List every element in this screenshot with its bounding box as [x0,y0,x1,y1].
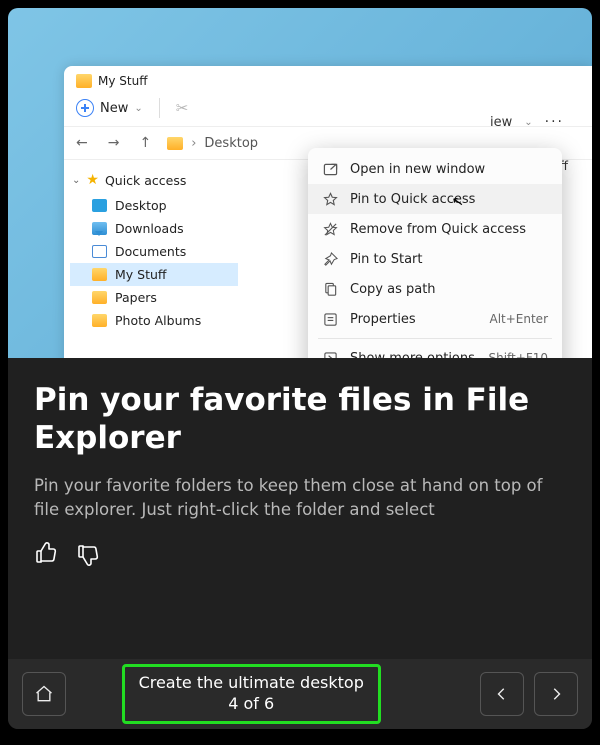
pager-title: Create the ultimate desktop [139,673,364,694]
pager-position: 4 of 6 [139,694,364,715]
sidebar-item-desktop[interactable]: Desktop [70,194,238,217]
prev-button[interactable] [480,672,524,716]
home-button[interactable] [22,672,66,716]
cursor-icon: ↖ [451,193,465,211]
folder-icon [92,314,107,327]
forward-icon[interactable]: → [108,135,120,151]
ctx-item-label: Properties [350,312,416,327]
sidebar-item-label: Downloads [115,221,184,236]
sidebar-item-label: Papers [115,290,157,305]
window-icon [322,161,338,177]
file-explorer-window: My Stuff New ⌄ ✂ ← → ↑ › [64,66,592,358]
thumbs-down-button[interactable] [76,543,100,567]
window-title: My Stuff [98,74,147,88]
breadcrumb-segment: Desktop [204,136,258,151]
plus-icon [76,99,94,117]
sidebar-item-label: My Stuff [115,267,167,282]
nav-pane: ⌄ ★ Quick access Desktop Downloads Docum… [64,160,244,342]
tip-article: Pin your favorite files in File Explorer… [8,358,592,659]
context-menu: Open in new window Pin to Quick access R… [308,148,562,358]
folder-icon [92,291,107,304]
next-button[interactable] [534,672,578,716]
ctx-item-label: Show more options [350,351,475,359]
ctx-copy-as-path[interactable]: Copy as path [308,274,562,304]
folder-icon [167,137,183,150]
sidebar-item-label: Desktop [115,198,167,213]
folder-icon [92,268,107,281]
pin-icon [322,251,338,267]
chevron-down-icon: ⌄ [524,117,532,128]
ctx-pin-to-start[interactable]: Pin to Start [308,244,562,274]
folder-icon [76,74,92,88]
cut-icon[interactable]: ✂ [176,99,189,117]
breadcrumb[interactable]: › Desktop [167,136,258,151]
view-label-fragment[interactable]: iew [490,115,512,130]
more-icon[interactable]: ··· [545,114,564,130]
tip-illustration: My Stuff New ⌄ ✂ ← → ↑ › [8,8,592,358]
quick-access-header[interactable]: ⌄ ★ Quick access [70,170,238,194]
ctx-open-new-window[interactable]: Open in new window [308,154,562,184]
quick-access-label: Quick access [105,173,186,188]
menu-separator [318,338,552,339]
sidebar-item-label: Photo Albums [115,313,201,328]
star-remove-icon [322,221,338,237]
nav-arrows: ← → ↑ [76,135,151,151]
ctx-properties[interactable]: Properties Alt+Enter [308,304,562,334]
downloads-icon [92,222,107,235]
tip-body: Pin your favorite folders to keep them c… [34,474,566,524]
toolbar-separator [159,98,160,118]
feedback-row [34,541,566,565]
ctx-item-label: Open in new window [350,162,485,177]
ctx-item-label: Copy as path [350,282,436,297]
ctx-show-more-options[interactable]: Show more options Shift+F10 [308,343,562,358]
chevron-down-icon: ⌄ [134,103,142,114]
star-icon [322,191,338,207]
sidebar-item-photo-albums[interactable]: Photo Albums [70,309,238,332]
pager-indicator: Create the ultimate desktop 4 of 6 [122,664,381,724]
document-icon [92,245,107,258]
pager-footer: Create the ultimate desktop 4 of 6 [8,659,592,729]
sidebar-item-documents[interactable]: Documents [70,240,238,263]
tip-title: Pin your favorite files in File Explorer [34,382,566,458]
ctx-item-label: Pin to Start [350,252,422,267]
chevron-down-icon: ⌄ [72,175,80,186]
ctx-remove-quick-access[interactable]: Remove from Quick access [308,214,562,244]
properties-icon [322,311,338,327]
up-icon[interactable]: ↑ [139,135,151,151]
sidebar-item-downloads[interactable]: Downloads [70,217,238,240]
desktop-icon [92,199,107,212]
back-icon[interactable]: ← [76,135,88,151]
sidebar-item-papers[interactable]: Papers [70,286,238,309]
new-button-label: New [100,101,128,116]
sidebar-item-my-stuff[interactable]: My Stuff [70,263,238,286]
ctx-item-label: Remove from Quick access [350,222,526,237]
more-options-icon [322,350,338,358]
new-button[interactable]: New ⌄ [76,99,143,117]
ctx-pin-quick-access[interactable]: Pin to Quick access [308,184,562,214]
ctx-item-shortcut: Shift+F10 [488,351,548,358]
ctx-item-shortcut: Alt+Enter [489,312,548,326]
sidebar-item-label: Documents [115,244,186,259]
star-icon: ★ [86,172,99,188]
copy-path-icon [322,281,338,297]
thumbs-up-button[interactable] [34,541,58,565]
